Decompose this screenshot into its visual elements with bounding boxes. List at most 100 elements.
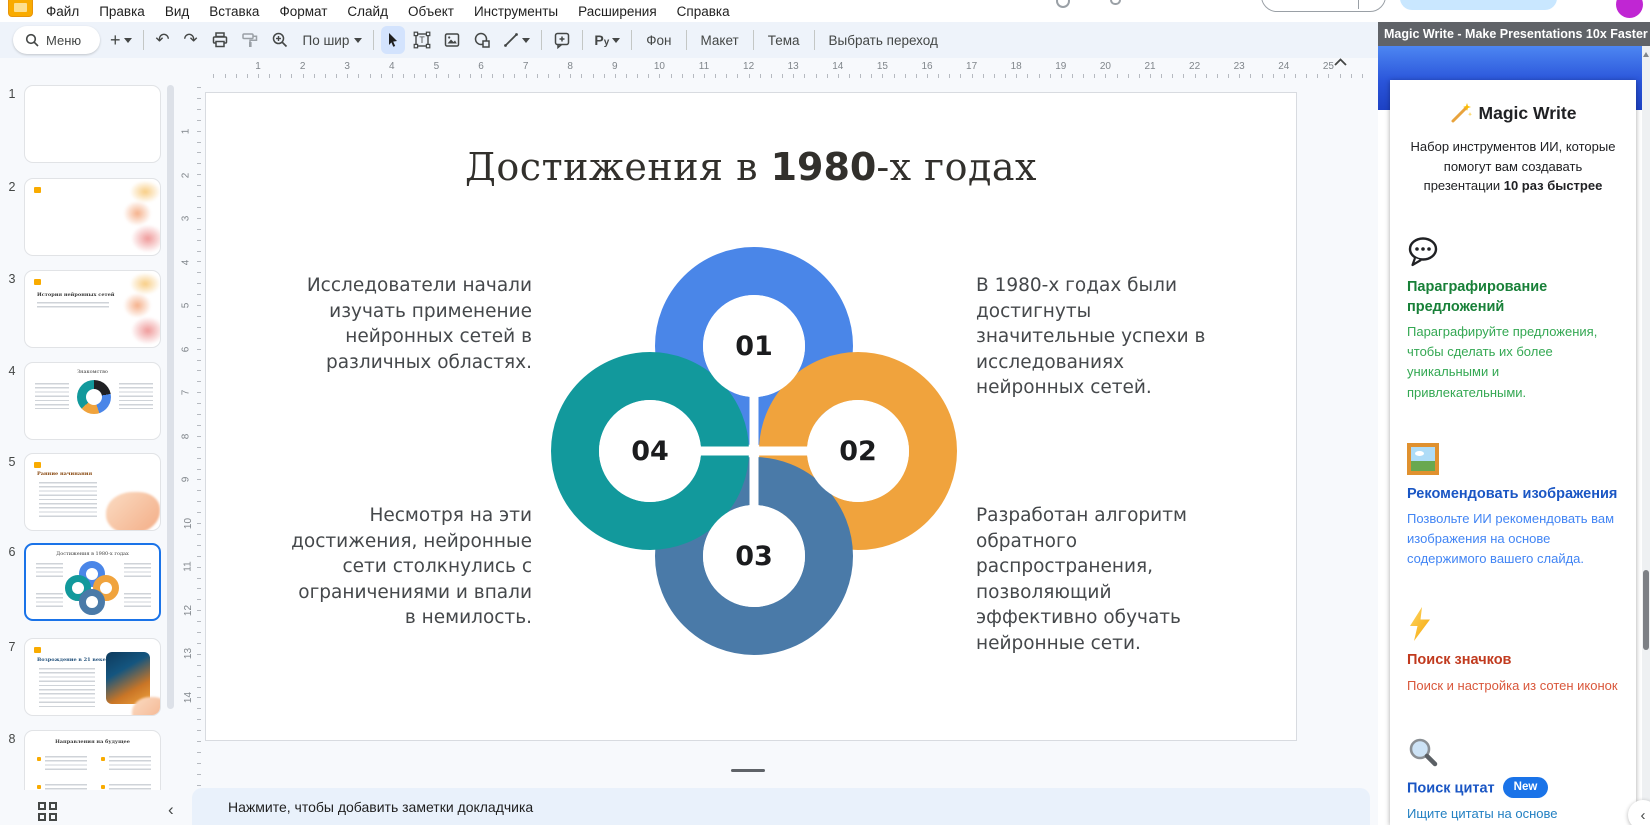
thumb-title: Ранние начинания — [37, 471, 93, 477]
theme-button[interactable]: Тема — [759, 33, 809, 48]
bell-icon — [1110, 0, 1121, 5]
menu-format[interactable]: Формат — [271, 2, 335, 21]
thumbnail-slide-3[interactable]: История нейронных сетей — [24, 270, 161, 348]
text-block-top-left[interactable]: Исследователи начали изучать применение … — [294, 273, 532, 375]
section-paragraph-sentences[interactable]: Параграфирование предложений Параграфиру… — [1407, 234, 1619, 403]
menu-search-button[interactable]: Меню — [13, 26, 100, 54]
transition-button[interactable]: Выбрать переход — [820, 33, 947, 48]
slide-canvas[interactable]: Достижения в 1980-х годах Исследователи … — [205, 92, 1297, 741]
grid-view-button[interactable] — [38, 802, 60, 824]
speaker-notes[interactable]: Нажмите, чтобы добавить заметки докладчи… — [192, 788, 1370, 825]
cutoff-share-pill[interactable] — [1400, 0, 1557, 10]
chevron-up-icon — [1333, 58, 1347, 66]
speaker-notes-button[interactable]: Py — [590, 26, 624, 54]
filmstrip-collapse-chevron[interactable]: ‹ — [168, 800, 174, 820]
menu-slide[interactable]: Слайд — [339, 2, 396, 21]
menu-view[interactable]: Вид — [157, 2, 197, 21]
section-title: Параграфирование предложений — [1407, 278, 1548, 315]
toolbar-collapse-button[interactable] — [1328, 50, 1352, 74]
undo-button[interactable]: ↶ — [151, 26, 175, 54]
help-circle-icon — [1056, 0, 1070, 8]
panel-collapse-button[interactable]: ‹ — [1628, 800, 1650, 825]
thumb-text-lines — [39, 482, 97, 518]
divider — [373, 30, 375, 50]
magic-write-title: Magic Write — [1407, 102, 1619, 124]
framed-picture-icon — [1407, 441, 1619, 475]
text-block-bottom-right[interactable]: Разработан алгоритм обратного распростра… — [976, 503, 1228, 656]
panel-scrollbar[interactable] — [1642, 46, 1650, 825]
slide-title[interactable]: Достижения в 1980-х годах — [206, 145, 1296, 189]
thumb-text-lines — [35, 383, 69, 409]
scroll-up-arrow-icon — [1643, 52, 1649, 57]
chevron-down-icon — [522, 37, 531, 43]
label-01: 01 — [735, 331, 773, 362]
thumbnail-slide-6-selected[interactable]: Достижения в 1980-х годах — [24, 543, 161, 621]
new-badge: New — [1502, 776, 1549, 798]
thumbnail-slide-4[interactable]: Знакомство — [24, 362, 161, 440]
menu-file[interactable]: Файл — [38, 2, 87, 21]
insert-image-button[interactable] — [439, 26, 465, 54]
section-icon-search[interactable]: Поиск значков Поиск и настройка из сотен… — [1407, 607, 1619, 695]
text-block-top-right[interactable]: В 1980-х годах были достигнуты значитель… — [976, 273, 1224, 401]
slide-number: 1 — [8, 87, 16, 101]
slide-number: 4 — [8, 364, 16, 378]
chevron-down-icon — [612, 37, 621, 43]
notes-resize-handle[interactable] — [731, 769, 765, 772]
magic-write-panel: Magic Write - Make Presentations 10x Fas… — [1378, 22, 1650, 825]
section-quote-search[interactable]: Поиск цитатNew Ищите цитаты на основе со… — [1407, 734, 1619, 825]
menu-edit[interactable]: Правка — [91, 2, 153, 21]
redo-button[interactable]: ↷ — [179, 26, 203, 54]
filmstrip-scrollbar[interactable] — [167, 85, 174, 709]
insert-comment-button[interactable] — [549, 26, 575, 54]
thumbnail-slide-5[interactable]: Ранние начинания — [24, 453, 161, 531]
zoom-button[interactable] — [267, 26, 293, 54]
toolbar: Меню + ↶ ↷ По шир T P y Фон Макет Тема В… — [0, 22, 1378, 66]
cursor-icon — [389, 33, 398, 47]
mini-ring-steel — [79, 589, 105, 615]
cutoff-split-button[interactable] — [1261, 0, 1386, 12]
text-block-bottom-left[interactable]: Несмотря на эти достижения, нейронные се… — [286, 503, 532, 631]
fit-zoom-select[interactable]: По шир — [297, 26, 367, 54]
paint-format-button[interactable] — [237, 26, 263, 54]
avatar[interactable] — [1616, 0, 1643, 18]
section-recommend-images[interactable]: Рекомендовать изображения Позвольте ИИ р… — [1407, 441, 1619, 570]
menu-tools[interactable]: Инструменты — [466, 2, 566, 21]
toolbar-buttons: + ↶ ↷ По шир T P y Фон Макет Тема Выбрат… — [104, 22, 947, 58]
slide-number: 6 — [8, 545, 16, 559]
thumb-title: Направления на будущее — [55, 739, 130, 745]
slide-number: 8 — [8, 732, 16, 746]
panel-scrollbar-thumb[interactable] — [1643, 570, 1649, 650]
thumb-text-lines — [39, 668, 95, 708]
menu-extensions[interactable]: Расширения — [570, 2, 665, 21]
section-description: Параграфируйте предложения, чтобы сделат… — [1407, 324, 1598, 400]
flag-marker — [34, 462, 41, 468]
menu-help[interactable]: Справка — [669, 2, 738, 21]
cycle-diagram[interactable]: 01 02 03 04 — [544, 241, 964, 661]
menu-insert[interactable]: Вставка — [201, 2, 267, 21]
zoom-in-icon — [272, 32, 287, 48]
menu-object[interactable]: Объект — [400, 2, 462, 21]
thumbnail-slide-7[interactable]: Возрождение в 21 веке — [24, 638, 161, 716]
insert-shape-button[interactable] — [469, 26, 495, 54]
line-icon — [504, 33, 519, 47]
thumb-title: Знакомство — [77, 369, 108, 375]
select-tool-button[interactable] — [381, 26, 406, 54]
speech-bubble-icon — [1407, 234, 1619, 268]
insert-line-button[interactable] — [499, 26, 534, 54]
panel-header-title: Magic Write - Make Presentations 10x Fas… — [1384, 27, 1648, 41]
slides-app-icon[interactable] — [8, 0, 33, 17]
panel-header: Magic Write - Make Presentations 10x Fas… — [1378, 22, 1650, 46]
new-slide-button[interactable]: + — [106, 26, 136, 54]
thumb-title: Достижения в 1980-х годах — [56, 551, 129, 557]
thumbnail-slide-2[interactable] — [24, 178, 161, 256]
text-box-button[interactable]: T — [409, 26, 435, 54]
wave-decoration — [114, 181, 160, 253]
bullet-marker — [101, 785, 105, 789]
layout-button[interactable]: Макет — [692, 33, 748, 48]
background-button[interactable]: Фон — [637, 33, 680, 48]
donut-chart — [77, 380, 111, 414]
filmstrip-bottom-bar: ‹ — [0, 790, 182, 825]
slide-title-part1: Достижения в — [465, 145, 771, 189]
print-button[interactable] — [207, 26, 233, 54]
thumbnail-slide-1[interactable] — [24, 85, 161, 163]
